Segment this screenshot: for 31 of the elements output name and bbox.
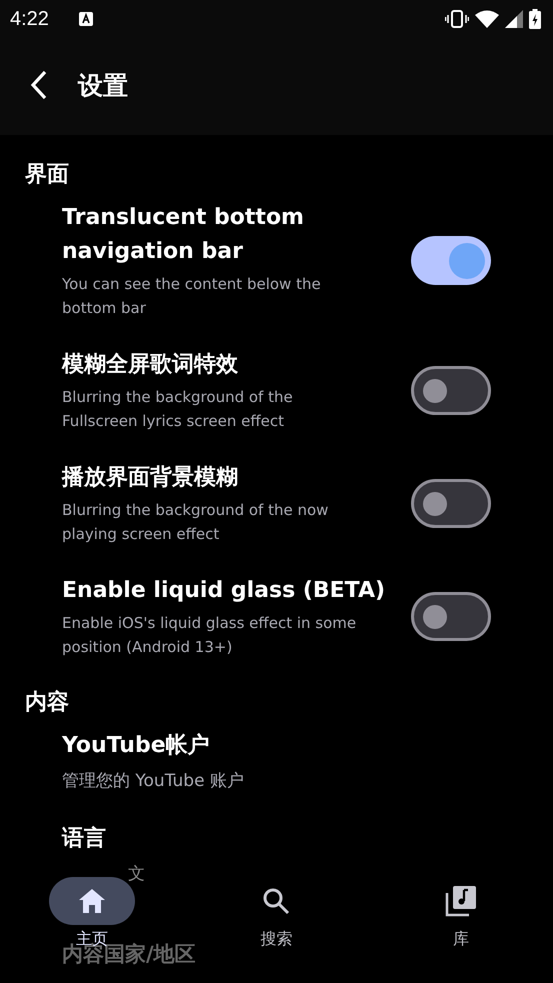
setting-description: 管理您的 YouTube 账户: [62, 770, 245, 793]
toggle-switch[interactable]: [411, 236, 491, 285]
setting-title[interactable]: YouTube帐户: [62, 729, 402, 763]
toggle-switch[interactable]: [411, 592, 491, 641]
signal-icon: [505, 10, 523, 28]
setting-title: 模糊全屏歌词特效: [62, 351, 239, 379]
wifi-icon: [475, 10, 499, 28]
page-title: 设置: [78, 70, 128, 102]
setting-title: Enable liquid glass (BETA): [62, 577, 386, 605]
setting-title: Translucent bottom navigation bar: [62, 204, 305, 266]
status-time: 4:22: [10, 8, 49, 30]
setting-description: 文: [127, 863, 146, 886]
setting-description: You can see the content below the bottom bar: [62, 274, 322, 319]
setting-title[interactable]: 语言: [62, 822, 402, 856]
battery-icon: [529, 9, 541, 29]
nav-tab[interactable]: 库: [418, 877, 504, 955]
toggle-switch[interactable]: [411, 366, 491, 415]
setting-description: Blurring the background of the now playing screen effect: [62, 500, 330, 545]
section-heading: 界面: [24, 161, 70, 189]
notification-icon: [78, 12, 93, 26]
nav-tab[interactable]: 搜索: [233, 877, 320, 955]
section-heading: 内容: [24, 688, 70, 717]
vibrate-icon: [445, 10, 469, 28]
home-icon: [78, 888, 106, 914]
music-library-icon: [444, 885, 477, 917]
back-icon[interactable]: [30, 70, 48, 100]
search-icon: [262, 887, 290, 915]
setting-description: Enable iOS's liquid glass effect in some position (Android 13+): [62, 613, 358, 658]
setting-title: 播放界面背景模糊: [62, 464, 239, 492]
setting-description: Blurring the background of the Fullscreen lyrics screen effect: [62, 387, 294, 432]
toggle-switch[interactable]: [411, 479, 491, 528]
